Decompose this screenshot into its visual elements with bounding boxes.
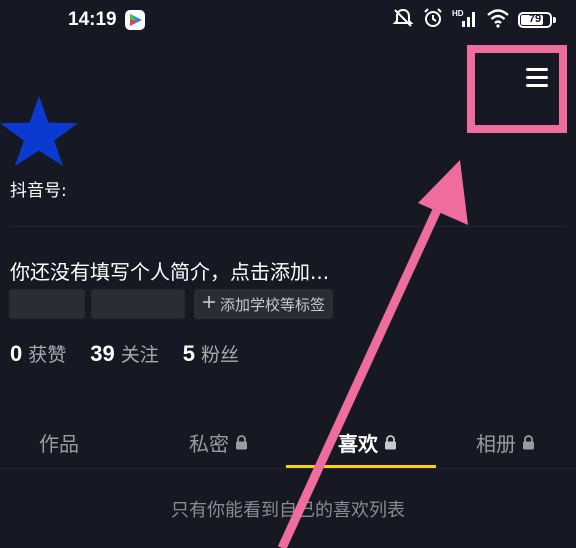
plus-icon	[202, 295, 216, 313]
stat-value: 0	[10, 341, 23, 366]
status-time: 14:19	[68, 9, 117, 30]
tab-album[interactable]: 相册	[476, 420, 535, 464]
stats-row: 0 获赞 39 关注 5 粉丝	[10, 340, 239, 367]
tab-label: 相册	[476, 431, 516, 456]
stat-value: 5	[182, 341, 196, 366]
stat-likes[interactable]: 0 获赞	[10, 340, 66, 367]
svg-text:HD: HD	[452, 9, 464, 18]
alarm-icon	[422, 7, 444, 33]
blurred-tag[interactable]	[91, 289, 185, 319]
app-store-icon	[125, 10, 145, 30]
tab-label: 私密	[189, 431, 229, 456]
tabs-divider	[0, 468, 576, 469]
battery-icon: 79	[518, 12, 556, 28]
arrow-head	[418, 160, 468, 225]
stat-followers[interactable]: 5 粉丝	[183, 340, 239, 367]
arrow-shaft	[277, 186, 452, 548]
bio-text[interactable]: 你还没有填写个人简介，点击添加...	[10, 256, 329, 285]
lock-icon	[236, 434, 247, 449]
hd-signal-icon: HD	[452, 7, 478, 33]
add-tag-label: 添加学校等标签	[220, 295, 326, 314]
tab-label: 喜欢	[338, 431, 378, 456]
empty-likes-note: 只有你能看到自己的喜欢列表	[171, 500, 405, 521]
add-tag-button[interactable]: 添加学校等标签	[194, 289, 334, 319]
tab-works[interactable]: 作品	[39, 420, 79, 464]
profile-tabs: 作品 私密 喜欢 相册	[0, 420, 576, 470]
lock-icon	[523, 434, 534, 449]
stat-label: 关注	[120, 344, 159, 366]
stat-label: 获赞	[28, 344, 67, 366]
tab-private[interactable]: 私密	[189, 420, 248, 464]
star-icon[interactable]	[0, 96, 82, 166]
lock-icon	[385, 434, 396, 449]
status-bar: 14:19 HD 79	[0, 0, 576, 40]
wifi-icon	[486, 8, 510, 32]
profile-screen: 14:19 HD 79 抖音号: 你还没有填写个人简介，点击添加... 添加学校…	[0, 0, 576, 548]
highlight-box	[467, 45, 567, 133]
stat-label: 粉丝	[201, 344, 240, 366]
stat-value: 39	[90, 341, 115, 366]
blurred-tag[interactable]	[9, 289, 85, 319]
stat-following[interactable]: 39 关注	[90, 340, 159, 367]
status-icons: HD 79	[392, 8, 556, 32]
mute-icon	[392, 7, 414, 33]
tab-label: 作品	[39, 431, 79, 456]
tab-likes[interactable]: 喜欢	[338, 420, 397, 464]
divider	[10, 226, 566, 227]
douyin-id-label: 抖音号:	[10, 181, 67, 201]
battery-level-text: 79	[528, 13, 542, 25]
